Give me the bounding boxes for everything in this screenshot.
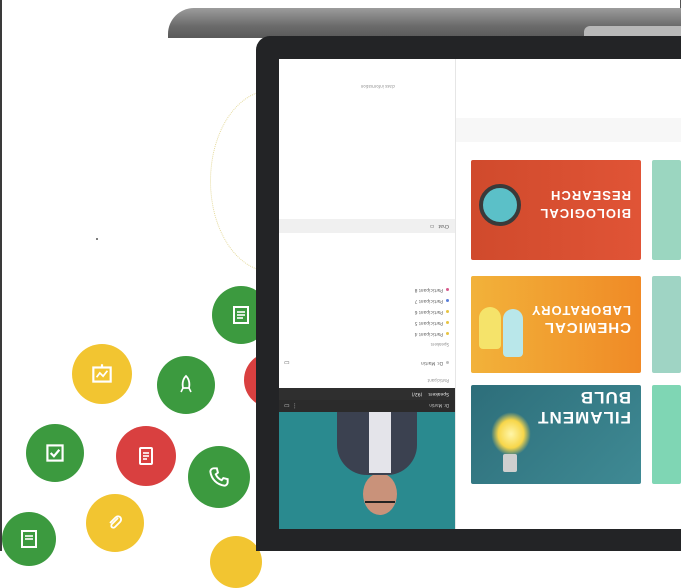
card-title: BULB [579, 388, 631, 407]
participant-row[interactable]: Participant 8 [415, 287, 449, 292]
chat-icon: ▭ [429, 223, 435, 229]
course-card[interactable]: FILAMENT BULB [471, 385, 641, 484]
status-dot [446, 361, 449, 364]
card-title: LABORATORY [530, 303, 631, 318]
notepad-icon [116, 426, 176, 486]
participant-row[interactable]: Participant 6 [415, 309, 449, 314]
course-card[interactable]: CHEMICAL LABORATORY [471, 276, 641, 373]
participant-row[interactable]: Participant 5 [415, 320, 449, 325]
more-icon[interactable]: ⋮ ▭ [284, 403, 298, 410]
speakers-header: Speakers (92/) [279, 388, 455, 400]
chat-icon [210, 536, 262, 588]
speaker-name: Dr. Martin [429, 403, 449, 409]
laptop-screen: FILAMENT BULB CHEMICAL LABORATORY BIOLOG… [279, 59, 681, 529]
mic-icon[interactable]: ▭ [284, 359, 290, 366]
card-partial[interactable] [652, 276, 681, 373]
speaker-shirt [369, 412, 391, 473]
sidebar: Dr. Martin ⋮ ▭ Speakers (92/) Participan… [279, 59, 456, 529]
status-dot [446, 332, 449, 335]
card-title: RESEARCH [550, 188, 631, 203]
status-dot [446, 310, 449, 313]
learning-app: FILAMENT BULB CHEMICAL LABORATORY BIOLOG… [279, 59, 681, 529]
participant-label: Participant [427, 378, 449, 383]
participant-name: Participant 7 [414, 298, 443, 303]
speaker-glasses [365, 495, 395, 503]
flask-icon [479, 307, 501, 349]
participant-name: Participant 5 [414, 320, 443, 325]
clipboard-icon [26, 424, 84, 482]
phone-icon [188, 446, 250, 508]
host-row[interactable]: Dr. Martin ▭ [284, 359, 449, 366]
bulb-base [503, 454, 517, 472]
speakers-title: Speakers [428, 391, 449, 397]
magnifier-icon [479, 184, 521, 226]
card-title: BIOLOGICAL [539, 206, 631, 221]
top-bar [456, 59, 681, 118]
participant-name: Dr. Martin [420, 360, 443, 365]
participant-row[interactable]: Participant 7 [415, 298, 449, 303]
card-title: FILAMENT [537, 408, 631, 427]
course-card[interactable]: BIOLOGICAL RESEARCH [471, 160, 641, 260]
card-title: CHEMICAL [543, 319, 631, 336]
document-icon [2, 512, 56, 566]
card-partial[interactable] [652, 385, 681, 484]
video-toolbar: Dr. Martin ⋮ ▭ [279, 400, 455, 412]
cards-top-strip [456, 118, 681, 142]
status-dot [446, 321, 449, 324]
chat-area [279, 149, 455, 219]
participant-name: Participant 4 [414, 331, 443, 336]
paperclip-icon [86, 494, 144, 552]
participant-list: Participant 4 Participant 5 Participant … [415, 287, 449, 336]
laptop-lid-highlight [584, 26, 681, 36]
chat-label: Chat [438, 223, 449, 229]
participant-row[interactable]: Participant 4 [415, 331, 449, 336]
rocket-icon [157, 356, 215, 414]
video-tile [279, 412, 455, 529]
chart-icon [72, 344, 132, 404]
card-partial[interactable] [652, 160, 681, 260]
flask-icon [503, 309, 523, 357]
status-dot [446, 299, 449, 302]
participant-name: Participant 8 [414, 287, 443, 292]
participant-name: Participant 6 [414, 309, 443, 314]
laptop-bezel-bottom [256, 529, 681, 551]
class-info-caption: class information [360, 84, 395, 89]
decorative-dot [96, 238, 98, 240]
speakers-count: (92/) [411, 391, 423, 397]
speaker-head [363, 473, 397, 515]
chat-bar[interactable]: Chat ▭ [279, 219, 455, 233]
status-dot [446, 288, 449, 291]
bulb-icon [491, 412, 531, 456]
list-caption: Speakers [430, 342, 449, 347]
